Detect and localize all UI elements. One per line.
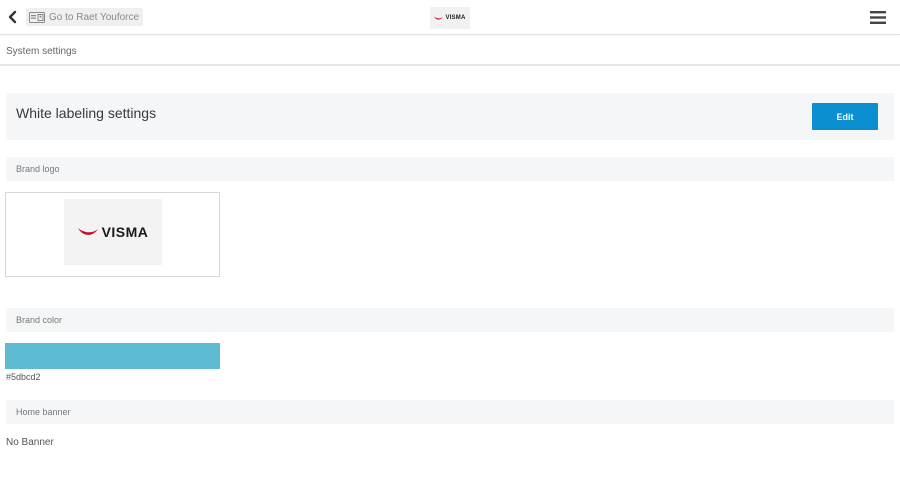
breadcrumb-bar: System settings [0, 36, 900, 66]
go-to-raet-youforce-link[interactable]: Go to Raet Youforce [26, 8, 144, 26]
brand-color-label-bar: Brand color [6, 308, 894, 332]
home-banner-label: Home banner [16, 407, 71, 417]
brand-logo-label: Brand logo [16, 164, 60, 174]
home-banner-value: No Banner [6, 437, 54, 448]
home-banner-label-bar: Home banner [6, 400, 894, 424]
brand-logo-preview: VISMA [5, 192, 220, 277]
brand-logo-header: VISMA [430, 7, 470, 29]
go-to-raet-youforce-label: Go to Raet Youforce [49, 11, 140, 23]
brand-color-label: Brand color [16, 315, 63, 325]
brand-logo-label-bar: Brand logo [6, 157, 894, 181]
brand-color-hex: #5dbcd2 [6, 372, 41, 382]
brand-logo-image: VISMA [64, 199, 162, 265]
hamburger-menu-icon[interactable] [870, 11, 886, 24]
brand-color-swatch [5, 343, 220, 369]
brand-logo-text: VISMA [101, 224, 149, 240]
chevron-left-icon[interactable] [6, 10, 20, 24]
brand-logo-header-text: VISMA [445, 15, 466, 21]
edit-button[interactable]: Edit [812, 103, 878, 130]
page-title: White labeling settings [16, 105, 157, 121]
visma-swoosh-icon [434, 15, 444, 20]
white-labeling-header: White labeling settings Edit [6, 93, 894, 140]
visma-swoosh-icon [77, 227, 98, 235]
id-card-icon [29, 11, 45, 23]
top-bar: Go to Raet Youforce VISMA [0, 0, 900, 35]
breadcrumb: System settings [6, 46, 77, 57]
